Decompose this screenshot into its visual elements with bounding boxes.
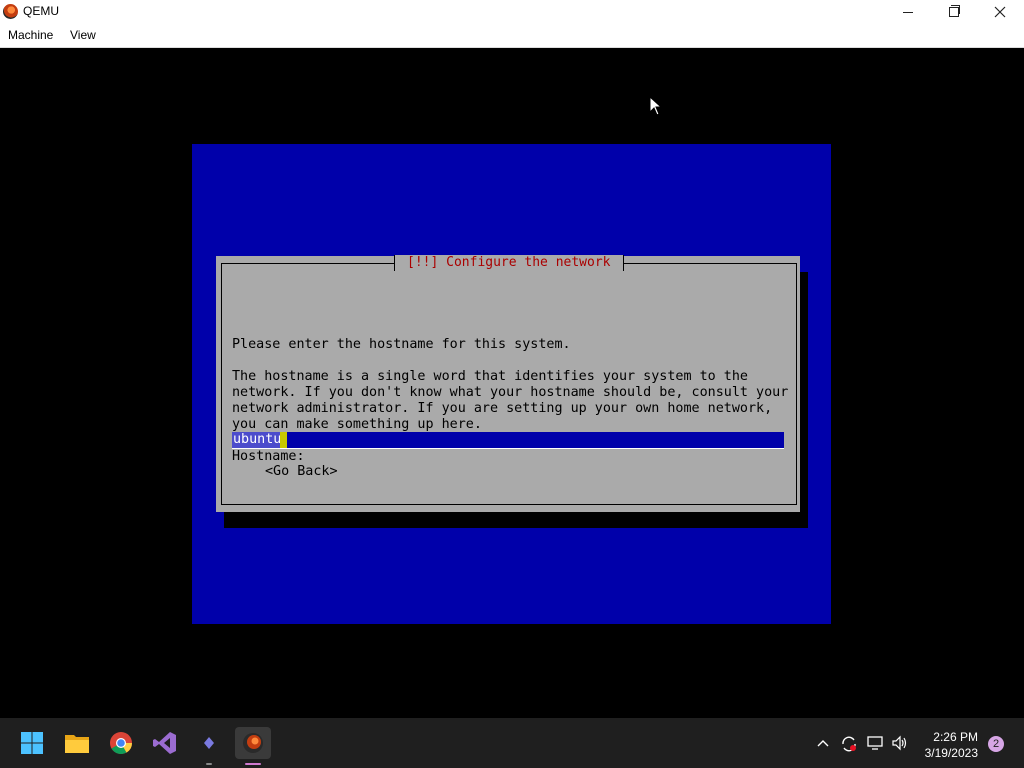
active-indicator [245,763,261,765]
prompt-text: Please enter the hostname for this syste… [232,337,571,352]
app-icon [204,737,214,749]
qemu-taskbar-button[interactable] [235,727,271,765]
text-cursor [280,432,287,448]
chrome-icon [110,732,132,754]
title-bar: QEMU [0,0,1024,24]
clock-date[interactable]: 3/19/2023 [918,746,978,760]
window-title: QEMU [23,4,59,18]
running-indicator [206,763,212,765]
file-explorer-icon [65,735,89,753]
close-icon [994,6,1006,18]
menu-machine[interactable]: Machine [8,28,53,42]
app-button[interactable] [193,727,225,765]
vm-display[interactable]: [!!] Configure the network Please enter … [0,48,1024,718]
start-button[interactable] [16,727,48,759]
go-back-button[interactable]: <Go Back> [265,464,338,480]
volume-icon[interactable] [891,735,909,754]
qemu-icon [243,733,263,753]
maximize-icon [949,5,960,17]
start-icon [21,732,43,754]
file-explorer-button[interactable] [61,727,93,759]
maximize-button[interactable] [931,0,977,24]
notification-badge[interactable]: 2 [988,736,1004,752]
dialog-title: [!!] Configure the network [394,255,624,271]
chevron-up-icon[interactable] [816,735,830,751]
minimize-icon [903,11,913,13]
clock-time[interactable]: 2:26 PM [918,730,978,744]
menu-view[interactable]: View [70,28,96,42]
sync-icon[interactable] [840,735,858,756]
network-icon[interactable] [866,735,884,754]
visual-studio-icon [153,732,176,754]
description-text: The hostname is a single word that ident… [232,369,789,432]
visual-studio-button[interactable] [149,727,181,759]
chrome-button[interactable] [105,727,137,759]
mouse-pointer-icon [649,95,663,121]
qemu-app-icon [3,4,18,19]
hostname-input[interactable]: ubuntu [232,432,784,449]
hostname-value: ubuntu [232,432,283,448]
menu-bar: Machine View [0,24,1024,48]
hostname-label: Hostname: [232,449,305,464]
minimize-button[interactable] [885,0,931,24]
close-button[interactable] [977,0,1023,24]
taskbar: 2:26 PM 3/19/2023 [0,718,1024,768]
